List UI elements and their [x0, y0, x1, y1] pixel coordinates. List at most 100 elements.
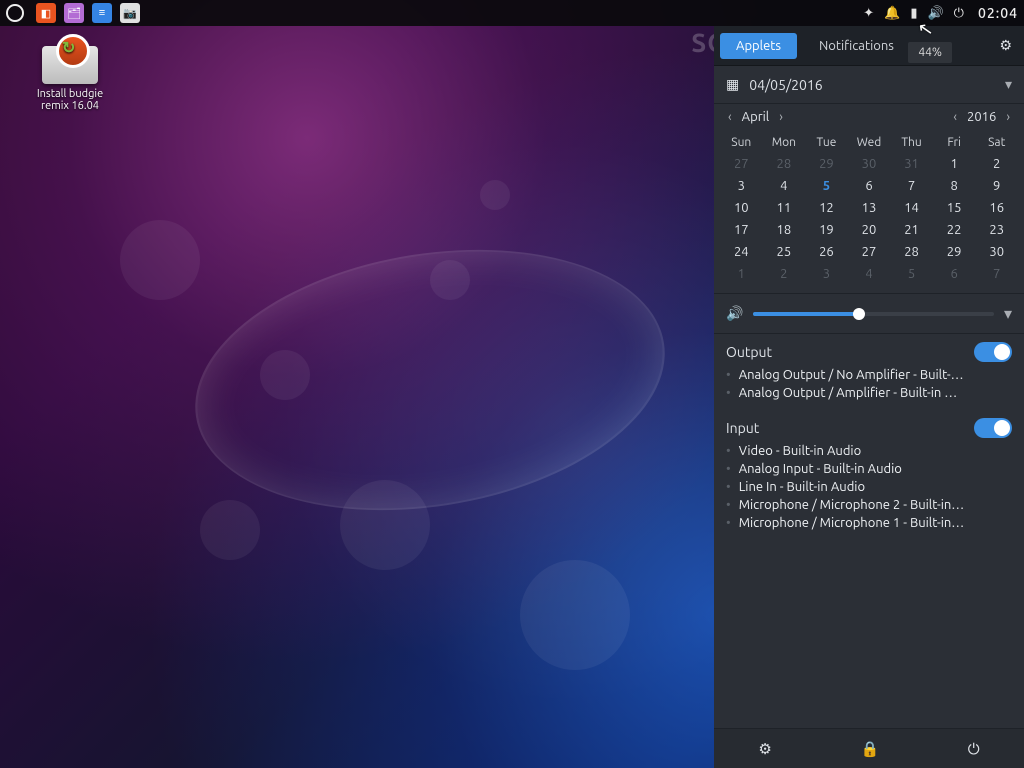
panel-clock[interactable]: 02:04 — [978, 5, 1018, 21]
calendar-day[interactable]: 21 — [890, 219, 933, 241]
calendar-day[interactable]: 15 — [933, 197, 976, 219]
volume-chevron-down-icon[interactable]: ▾ — [1004, 304, 1012, 323]
calendar-day[interactable]: 29 — [933, 241, 976, 263]
calendar-day[interactable]: 23 — [975, 219, 1018, 241]
calendar-day[interactable]: 5 — [890, 263, 933, 285]
output-label: Output — [726, 344, 974, 360]
notifications-bell-icon[interactable]: 🔔 — [884, 6, 900, 21]
install-label-line1: Install budgie — [20, 88, 120, 100]
output-toggle[interactable] — [974, 342, 1012, 362]
volume-slider[interactable] — [753, 312, 994, 316]
network-icon[interactable]: ✦ — [863, 6, 874, 21]
calendar-year: 2016 — [967, 110, 996, 124]
month-next-icon[interactable]: › — [775, 110, 787, 124]
calendar-day[interactable]: 30 — [848, 153, 891, 175]
calendar-dow: Tue — [805, 132, 848, 153]
raven-sidebar: Applets Notifications ⚙ ▦ 04/05/2016 ▾ ‹… — [714, 26, 1024, 768]
volume-speaker-icon: 🔊 — [726, 305, 743, 322]
calendar-day[interactable]: 19 — [805, 219, 848, 241]
calendar-day[interactable]: 11 — [763, 197, 806, 219]
text-editor-icon[interactable]: ≡ — [92, 3, 112, 23]
screenshot-app-icon[interactable]: 📷 — [120, 3, 140, 23]
raven-tabs: Applets Notifications ⚙ — [714, 26, 1024, 66]
calendar-day[interactable]: 22 — [933, 219, 976, 241]
input-toggle[interactable] — [974, 418, 1012, 438]
calendar-day[interactable]: 10 — [720, 197, 763, 219]
calendar-day[interactable]: 6 — [848, 175, 891, 197]
calendar-day[interactable]: 28 — [763, 153, 806, 175]
calendar-dow: Fri — [933, 132, 976, 153]
calendar-day[interactable]: 16 — [975, 197, 1018, 219]
calendar-date: 04/05/2016 — [749, 77, 822, 93]
shutdown-icon[interactable]: ⏻ — [968, 740, 980, 758]
calendar-day[interactable]: 12 — [805, 197, 848, 219]
calendar-day[interactable]: 17 — [720, 219, 763, 241]
calendar-day[interactable]: 27 — [848, 241, 891, 263]
installer-disk-icon — [42, 46, 98, 84]
calendar-day[interactable]: 9 — [975, 175, 1018, 197]
input-section: Input Video - Built-in AudioAnalog Input… — [714, 410, 1024, 540]
tab-notifications[interactable]: Notifications — [803, 33, 910, 59]
input-device[interactable]: Analog Input - Built-in Audio — [726, 460, 1012, 478]
power-icon[interactable]: ⏻ — [954, 6, 964, 21]
output-section: Output Analog Output / No Amplifier - Bu… — [714, 334, 1024, 410]
raven-bottom-bar: ⚙ 🔒 ⏻ — [714, 728, 1024, 768]
calendar-day[interactable]: 1 — [720, 263, 763, 285]
calendar-day[interactable]: 6 — [933, 263, 976, 285]
calendar-day[interactable]: 3 — [805, 263, 848, 285]
calendar-grid: SunMonTueWedThuFriSat 272829303112345678… — [714, 130, 1024, 293]
calendar-day[interactable]: 7 — [890, 175, 933, 197]
calendar-day[interactable]: 26 — [805, 241, 848, 263]
tab-applets[interactable]: Applets — [720, 33, 797, 59]
files-app-icon[interactable]: ◧ — [36, 3, 56, 23]
calendar-day[interactable]: 1 — [933, 153, 976, 175]
calendar-day[interactable]: 25 — [763, 241, 806, 263]
year-prev-icon[interactable]: ‹ — [949, 110, 961, 124]
volume-row: 🔊 ▾ — [714, 293, 1024, 334]
month-prev-icon[interactable]: ‹ — [724, 110, 736, 124]
lock-icon[interactable]: 🔒 — [860, 740, 879, 758]
settings-icon[interactable]: ⚙ — [758, 740, 771, 758]
file-manager-icon[interactable]: 🗂 — [64, 3, 84, 23]
install-desktop-icon[interactable]: Install budgie remix 16.04 — [20, 46, 120, 112]
calendar-dow: Wed — [848, 132, 891, 153]
output-device[interactable]: Analog Output / No Amplifier - Built-… — [726, 366, 1012, 384]
calendar-day[interactable]: 30 — [975, 241, 1018, 263]
calendar-day[interactable]: 31 — [890, 153, 933, 175]
calendar-day[interactable]: 18 — [763, 219, 806, 241]
top-panel: ◧ 🗂 ≡ 📷 ✦ 🔔 ▮ 🔊 ⏻ 02:04 — [0, 0, 1024, 26]
calendar-day[interactable]: 28 — [890, 241, 933, 263]
calendar-month: April — [742, 110, 770, 124]
calendar-dow: Sat — [975, 132, 1018, 153]
raven-settings-icon[interactable]: ⚙ — [993, 33, 1018, 58]
calendar-day[interactable]: 13 — [848, 197, 891, 219]
calendar-day[interactable]: 27 — [720, 153, 763, 175]
calendar-day[interactable]: 24 — [720, 241, 763, 263]
calendar-day[interactable]: 4 — [763, 175, 806, 197]
calendar-month-row: ‹ April › ‹ 2016 › — [714, 104, 1024, 130]
install-label-line2: remix 16.04 — [20, 100, 120, 112]
calendar-day[interactable]: 4 — [848, 263, 891, 285]
calendar-day[interactable]: 2 — [975, 153, 1018, 175]
input-device[interactable]: Microphone / Microphone 2 - Built-in… — [726, 496, 1012, 514]
input-device[interactable]: Microphone / Microphone 1 - Built-in… — [726, 514, 1012, 532]
calendar-date-row[interactable]: ▦ 04/05/2016 ▾ — [714, 66, 1024, 104]
calendar-day[interactable]: 8 — [933, 175, 976, 197]
calendar-day[interactable]: 14 — [890, 197, 933, 219]
input-device[interactable]: Video - Built-in Audio — [726, 442, 1012, 460]
calendar-day[interactable]: 3 — [720, 175, 763, 197]
calendar-day[interactable]: 29 — [805, 153, 848, 175]
chevron-down-icon[interactable]: ▾ — [1005, 76, 1012, 93]
calendar-day[interactable]: 20 — [848, 219, 891, 241]
calendar-dow: Sun — [720, 132, 763, 153]
output-device[interactable]: Analog Output / Amplifier - Built-in … — [726, 384, 1012, 402]
calendar-day[interactable]: 2 — [763, 263, 806, 285]
calendar-day[interactable]: 5 — [805, 175, 848, 197]
calendar-icon: ▦ — [726, 76, 739, 93]
year-next-icon[interactable]: › — [1002, 110, 1014, 124]
battery-icon[interactable]: ▮ — [910, 6, 917, 21]
budgie-menu-icon[interactable] — [6, 4, 24, 22]
calendar-day[interactable]: 7 — [975, 263, 1018, 285]
input-device[interactable]: Line In - Built-in Audio — [726, 478, 1012, 496]
volume-tooltip: 44% — [908, 42, 952, 63]
